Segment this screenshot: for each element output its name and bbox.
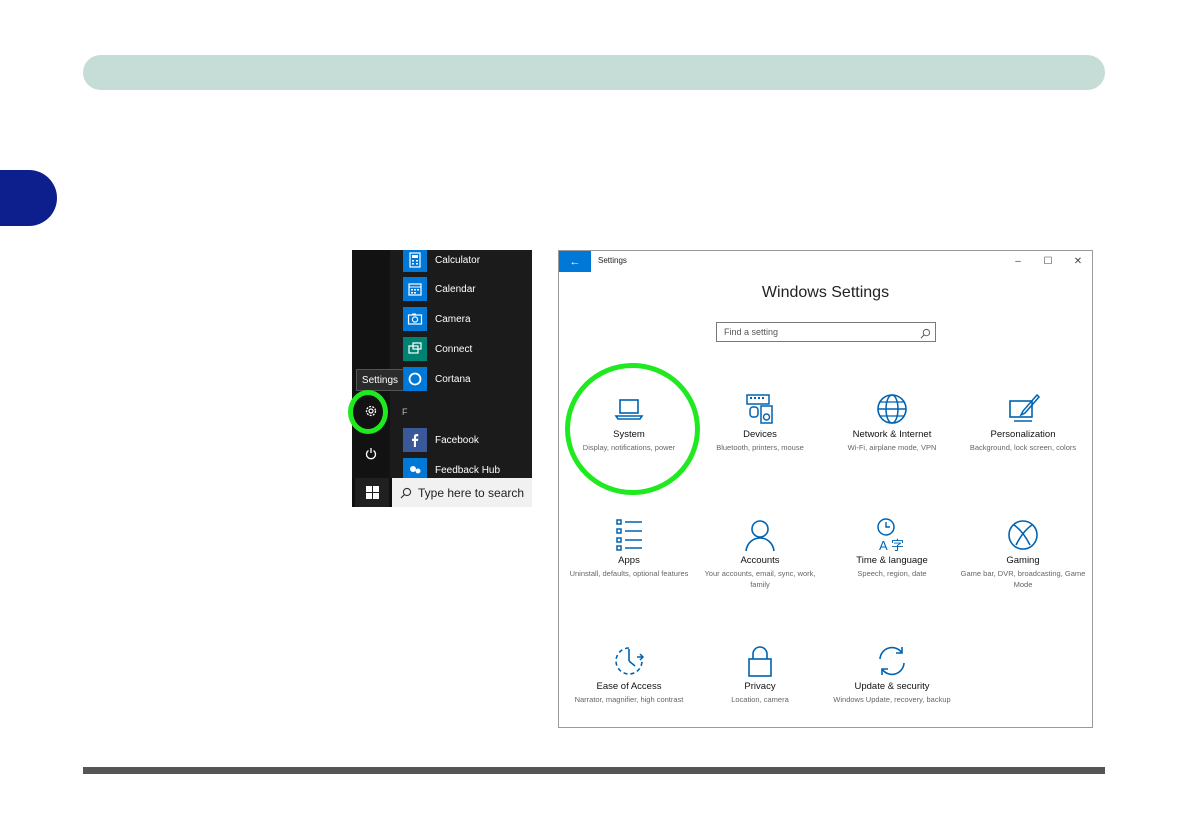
globe-icon — [874, 391, 910, 427]
back-button[interactable]: ← — [559, 251, 591, 272]
category-desc: Windows Update, recovery, backup — [833, 695, 951, 704]
start-menu: Calculator Calendar Camera Connect Corta… — [352, 250, 532, 507]
search-input[interactable]: Find a setting — [716, 322, 936, 342]
ease-of-access-icon — [611, 643, 647, 679]
paintbrush-icon — [1005, 391, 1041, 427]
app-camera[interactable]: Camera — [403, 307, 471, 331]
category-desc: Narrator, magnifier, high contrast — [574, 695, 684, 704]
category-accounts[interactable]: Accounts Your accounts, email, sync, wor… — [695, 517, 825, 590]
minimize-button[interactable]: – — [1010, 254, 1026, 268]
category-desc: Wi-Fi, airplane mode, VPN — [847, 443, 937, 452]
category-name: Personalization — [990, 429, 1056, 440]
category-name: Devices — [743, 429, 777, 440]
category-name: Update & security — [854, 681, 930, 692]
sync-icon — [874, 643, 910, 679]
app-facebook[interactable]: Facebook — [403, 428, 479, 452]
cortana-icon — [403, 367, 427, 391]
calendar-icon — [403, 277, 427, 301]
taskbar-search-box[interactable]: Type here to search — [392, 478, 532, 507]
category-desc: Background, lock screen, colors — [969, 443, 1077, 452]
calculator-icon — [403, 250, 427, 272]
app-calculator[interactable]: Calculator — [403, 250, 480, 272]
highlight-circle-gear — [348, 390, 388, 434]
category-desc: Your accounts, email, sync, work, family — [704, 569, 816, 589]
category-ease-of-access[interactable]: Ease of Access Narrator, magnifier, high… — [564, 643, 694, 705]
category-time-language[interactable]: A字 Time & language Speech, region, date — [827, 517, 957, 579]
category-gaming[interactable]: Gaming Game bar, DVR, broadcasting, Game… — [958, 517, 1088, 590]
search-icon — [920, 326, 931, 344]
app-cortana[interactable]: Cortana — [403, 367, 471, 391]
app-connect[interactable]: Connect — [403, 337, 472, 361]
maximize-button[interactable]: ☐ — [1040, 254, 1056, 268]
category-name: Accounts — [740, 555, 780, 566]
close-button[interactable]: ✕ — [1070, 254, 1086, 268]
devices-icon — [742, 391, 778, 427]
category-desc: Location, camera — [731, 695, 789, 704]
connect-icon — [403, 337, 427, 361]
category-desc: Uninstall, defaults, optional features — [569, 569, 689, 578]
app-label: Calculator — [435, 254, 481, 266]
power-icon[interactable] — [361, 444, 381, 464]
app-label: Facebook — [435, 434, 479, 446]
page-header-bar — [83, 55, 1105, 90]
category-name: Apps — [618, 555, 640, 566]
svg-text:字: 字 — [891, 539, 904, 553]
category-name: Gaming — [1006, 555, 1040, 566]
footer-rule — [83, 767, 1105, 774]
category-name: Privacy — [744, 681, 776, 692]
lock-icon — [742, 643, 778, 679]
apps-list-icon — [611, 517, 647, 553]
category-desc: Bluetooth, printers, mouse — [716, 443, 804, 452]
app-label: Cortana — [435, 373, 471, 385]
chapter-tab — [0, 170, 57, 226]
category-name: Network & Internet — [852, 429, 932, 440]
page-title: Windows Settings — [761, 284, 890, 301]
category-network[interactable]: Network & Internet Wi-Fi, airplane mode,… — [827, 391, 957, 453]
category-update-security[interactable]: Update & security Windows Update, recove… — [827, 643, 957, 705]
section-letter[interactable]: F — [402, 407, 408, 417]
taskbar: Type here to search — [352, 478, 532, 507]
facebook-icon — [403, 428, 427, 452]
category-apps[interactable]: Apps Uninstall, defaults, optional featu… — [564, 517, 694, 579]
highlight-circle-system — [565, 363, 700, 495]
windows-logo-icon[interactable] — [355, 478, 389, 507]
category-privacy[interactable]: Privacy Location, camera — [695, 643, 825, 705]
app-label: Feedback Hub — [435, 464, 501, 476]
category-name: Ease of Access — [596, 681, 662, 692]
app-label: Connect — [435, 343, 473, 355]
xbox-icon — [1005, 517, 1041, 553]
window-title: Settings — [598, 256, 627, 265]
title-bar: ← Settings – ☐ ✕ — [559, 251, 1092, 272]
app-label: Calendar — [435, 283, 476, 295]
app-calendar[interactable]: Calendar — [403, 277, 476, 301]
svg-text:A: A — [879, 538, 888, 553]
person-icon — [742, 517, 778, 553]
category-desc: Speech, region, date — [857, 569, 927, 578]
category-desc: Game bar, DVR, broadcasting, Game Mode — [960, 569, 1086, 589]
category-personalization[interactable]: Personalization Background, lock screen,… — [958, 391, 1088, 453]
time-language-icon: A字 — [874, 517, 910, 554]
camera-icon — [403, 307, 427, 331]
app-label: Camera — [435, 313, 471, 325]
category-devices[interactable]: Devices Bluetooth, printers, mouse — [695, 391, 825, 453]
taskbar-search-placeholder: Type here to search — [418, 485, 525, 500]
search-icon — [400, 487, 412, 499]
settings-tooltip: Settings — [356, 369, 404, 391]
category-name: Time & language — [856, 555, 928, 566]
arrow-left-icon: ← — [569, 255, 581, 268]
search-placeholder: Find a setting — [724, 327, 779, 337]
